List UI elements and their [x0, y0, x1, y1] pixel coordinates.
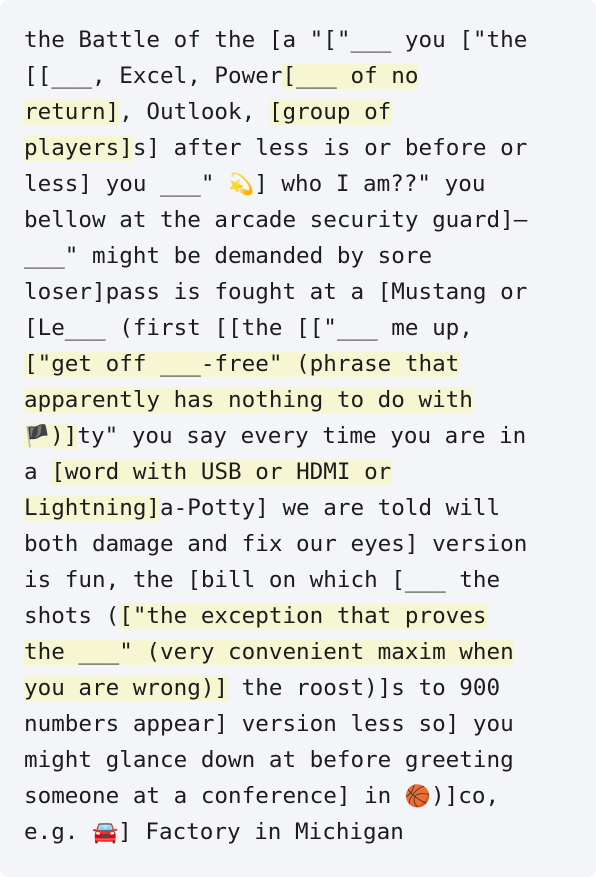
text-segment: ] Factory in Michigan — [118, 819, 404, 845]
text-segment: the Battle of the [a "["___ you ["the — [24, 27, 528, 53]
text-segment: )]co, — [431, 783, 500, 809]
text-segment: e.g. — [24, 819, 93, 845]
highlighted-clue-segment: )] — [50, 423, 78, 449]
highlighted-clue-segment: [group of — [268, 99, 392, 125]
passage-line: a [word with USB or HDMI or — [24, 454, 576, 490]
text-segment: , Outlook, — [119, 99, 269, 125]
emoji-glyph: 🏀 — [404, 784, 432, 808]
passage-line: Lightning]a-Potty] we are told will — [24, 490, 576, 526]
highlighted-clue-segment: [word with USB or HDMI or — [51, 459, 392, 485]
emoji-glyph: 🏴 — [24, 424, 51, 448]
text-segment: the roost)]s to 900 — [228, 675, 501, 701]
highlighted-clue-segment: [___ of no — [282, 63, 419, 89]
passage-line: ["get off ___-free" (phrase that — [24, 346, 576, 382]
highlighted-clue-segment: the ___" (very convenient maxim when — [24, 639, 514, 665]
emoji-glyph: 🚘 — [92, 820, 119, 844]
text-segment: loser]pass is fought at a [Mustang or — [24, 279, 528, 305]
passage-line: [[___, Excel, Power[___ of no — [24, 58, 576, 94]
text-segment: shots ( — [24, 603, 120, 629]
passage-line: 🏴)]ty" you say every time you are in — [24, 418, 576, 454]
text-segment: might glance down at before greeting — [24, 747, 514, 773]
text-segment: someone at a conference] in — [24, 783, 405, 809]
passage-line: the ___" (very convenient maxim when — [24, 634, 576, 670]
passage-line: bellow at the arcade security guard]– — [24, 202, 576, 238]
highlighted-clue-segment: you are wrong)] — [24, 675, 229, 701]
passage-line: return], Outlook, [group of — [24, 94, 576, 130]
passage-line: the Battle of the [a "["___ you ["the — [24, 22, 576, 58]
highlighted-clue-segment: ["the exception that proves — [119, 603, 487, 629]
passage-line: apparently has nothing to do with — [24, 382, 576, 418]
passage-line: you are wrong)] the roost)]s to 900 — [24, 670, 576, 706]
text-segment: [[___, Excel, Power — [24, 63, 283, 89]
text-segment: [Le___ (first [[the [["___ me up, — [24, 315, 473, 341]
highlighted-clue-segment: players] — [24, 135, 133, 161]
puzzle-card: the Battle of the [a "["___ you ["the [[_… — [0, 0, 596, 877]
text-segment: numbers appear] version less so] you — [24, 711, 514, 737]
passage-line: less] you ___" 💫] who I am??" you — [24, 166, 576, 202]
passage-line: someone at a conference] in 🏀)]co, — [24, 778, 576, 814]
passage-line: ___" might be demanded by sore — [24, 238, 576, 274]
passage-line: might glance down at before greeting — [24, 742, 576, 778]
text-segment: both damage and fix our eyes] version — [24, 531, 528, 557]
highlighted-clue-segment: return] — [24, 99, 120, 125]
text-segment: less] you ___" — [24, 171, 229, 197]
text-segment: ty" you say every time you are in — [77, 423, 527, 449]
text-segment: bellow at the arcade security guard]– — [24, 207, 528, 233]
passage-line: is fun, the [bill on which [___ the — [24, 562, 576, 598]
passage-line: loser]pass is fought at a [Mustang or — [24, 274, 576, 310]
emoji-glyph: 💫 — [228, 172, 255, 196]
passage-line: players]s] after less is or before or — [24, 130, 576, 166]
passage-line: shots (["the exception that proves — [24, 598, 576, 634]
passage-line: both damage and fix our eyes] version — [24, 526, 576, 562]
text-segment: a-Potty] we are told will — [160, 495, 501, 521]
passage-line: numbers appear] version less so] you — [24, 706, 576, 742]
text-segment: ___" might be demanded by sore — [24, 243, 433, 269]
text-segment: ] who I am??" you — [254, 171, 486, 197]
text-segment: is fun, the [bill on which [___ the — [24, 567, 501, 593]
nested-clue-passage: the Battle of the [a "["___ you ["the [[_… — [24, 22, 576, 850]
text-segment: s] after less is or before or — [132, 135, 528, 161]
highlighted-clue-segment: apparently has nothing to do with — [24, 387, 473, 413]
highlighted-clue-segment: Lightning] — [24, 495, 161, 521]
text-segment: a — [24, 459, 52, 485]
highlighted-clue-segment: ["get off ___-free" (phrase that — [24, 351, 460, 377]
passage-line: e.g. 🚘] Factory in Michigan — [24, 814, 576, 850]
passage-line: [Le___ (first [[the [["___ me up, — [24, 310, 576, 346]
